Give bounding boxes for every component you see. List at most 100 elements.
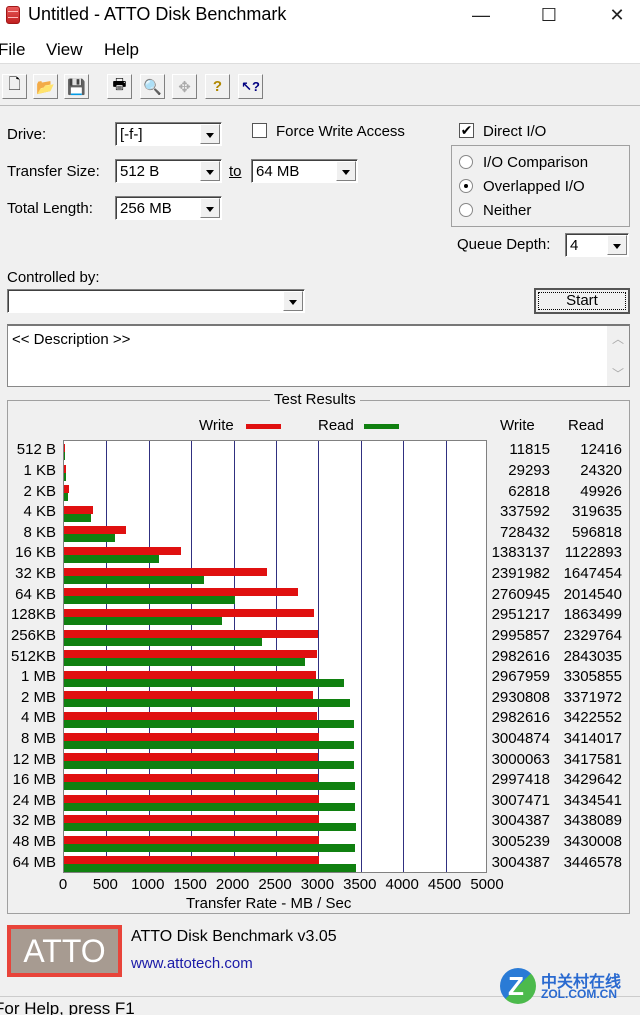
chevron-down-icon[interactable] <box>200 198 220 218</box>
overlapped-io-radio[interactable] <box>459 179 473 193</box>
y-category-label: 12 MB <box>12 750 56 768</box>
value-write: 3004874 <box>491 729 550 747</box>
y-category-label: 128KB <box>10 606 56 624</box>
open-button[interactable]: 📂 <box>33 74 58 99</box>
bar-read <box>64 493 69 502</box>
bar-write <box>64 835 319 844</box>
value-write: 11815 <box>509 441 550 459</box>
start-button[interactable]: Start <box>534 288 630 314</box>
y-category-label: 8 KB <box>23 523 56 541</box>
bar-read <box>64 720 355 729</box>
value-write: 2982616 <box>491 709 550 727</box>
new-document-icon: 🗋 <box>8 76 21 93</box>
value-write: 2967959 <box>491 668 550 686</box>
new-button[interactable]: 🗋 <box>2 74 27 99</box>
y-category-label: 32 MB <box>12 812 56 830</box>
force-write-label: Force Write Access <box>276 123 405 140</box>
save-disk-icon: 💾 <box>67 78 86 96</box>
y-category-label: 8 MB <box>20 729 56 747</box>
gridline <box>360 441 362 872</box>
y-category-label: 32 KB <box>15 565 56 583</box>
status-text: For Help, press F1 <box>0 999 135 1015</box>
bar-read <box>64 843 355 852</box>
bar-write <box>64 547 182 556</box>
drive-label: Drive: <box>7 126 47 143</box>
product-version: ATTO Disk Benchmark v3.05 <box>131 928 337 945</box>
value-write: 337592 <box>499 503 550 521</box>
transfer-to-value: 64 MB <box>256 163 300 180</box>
value-read: 24320 <box>580 461 622 479</box>
move-button[interactable]: ✥ <box>172 74 197 99</box>
help-button[interactable]: ? <box>205 74 230 99</box>
neither-radio[interactable] <box>459 203 473 217</box>
value-read: 2014540 <box>563 585 622 603</box>
chevron-down-icon[interactable] <box>200 161 220 181</box>
transfer-size-from-select[interactable]: 512 B <box>115 159 222 183</box>
column-header-read: Read <box>568 417 604 434</box>
chart-plot-area <box>63 440 487 873</box>
move-icon: ✥ <box>178 78 191 96</box>
value-read: 3438089 <box>563 812 622 830</box>
y-category-label: 64 KB <box>15 585 56 603</box>
value-write: 3004387 <box>491 812 550 830</box>
scroll-down-icon[interactable]: ﹀ <box>612 365 624 382</box>
io-comparison-radio[interactable] <box>459 155 473 169</box>
menu-view[interactable]: View <box>46 40 83 60</box>
y-category-label: 512 B <box>16 441 56 459</box>
queue-depth-label: Queue Depth: <box>457 236 551 253</box>
io-comparison-label: I/O Comparison <box>483 154 589 171</box>
y-category-label: 64 MB <box>12 853 56 871</box>
bar-write <box>64 505 93 514</box>
bar-read <box>64 740 354 749</box>
bar-write <box>64 732 319 741</box>
y-category-label: 16 MB <box>12 771 56 789</box>
force-write-checkbox[interactable] <box>252 123 267 138</box>
controlled-by-select[interactable] <box>7 289 305 313</box>
bar-write <box>64 464 67 473</box>
legend-read-swatch <box>364 424 399 429</box>
value-read: 3417581 <box>563 750 622 768</box>
chevron-down-icon[interactable] <box>283 291 303 311</box>
transfer-size-to-select[interactable]: 64 MB <box>251 159 358 183</box>
bar-read <box>64 864 357 873</box>
print-button[interactable]: 🖶 <box>107 74 132 99</box>
scroll-up-icon[interactable]: ︿ <box>612 330 624 347</box>
y-category-label: 48 MB <box>12 833 56 851</box>
print-preview-button[interactable]: 🔍 <box>140 74 165 99</box>
bar-write <box>64 629 319 638</box>
description-scrollbar[interactable]: ︿ ﹀ <box>607 326 629 386</box>
value-read: 3414017 <box>563 729 622 747</box>
print-icon: 🖶 <box>112 76 127 93</box>
queue-depth-select[interactable]: 4 <box>565 233 629 257</box>
print-preview-icon: 🔍 <box>143 78 162 96</box>
y-category-label: 2 MB <box>20 688 56 706</box>
chevron-down-icon[interactable] <box>336 161 356 181</box>
maximize-button[interactable]: ☐ <box>526 0 572 30</box>
zol-logo-icon <box>500 968 536 1004</box>
legend-write-swatch <box>246 424 281 429</box>
chevron-down-icon[interactable] <box>200 124 220 144</box>
save-button[interactable]: 💾 <box>64 74 89 99</box>
drive-select[interactable]: [-f-] <box>115 122 222 146</box>
chevron-down-icon[interactable] <box>607 235 627 255</box>
description-textarea[interactable]: << Description >> ︿ ﹀ <box>7 324 630 387</box>
close-button[interactable]: ✕ <box>594 0 640 30</box>
bar-read <box>64 781 355 790</box>
value-read: 3429642 <box>563 771 622 789</box>
value-write: 3000063 <box>491 750 550 768</box>
menu-file[interactable]: File <box>0 40 25 60</box>
total-length-select[interactable]: 256 MB <box>115 196 222 220</box>
menu-help[interactable]: Help <box>104 40 139 60</box>
bar-write <box>64 650 317 659</box>
atto-logo: ATTO <box>7 925 122 977</box>
bar-write <box>64 815 319 824</box>
bar-read <box>64 534 115 543</box>
direct-io-checkbox[interactable]: ✔ <box>459 123 474 138</box>
test-results-title: Test Results <box>270 391 360 408</box>
bar-read <box>64 555 160 564</box>
bar-write <box>64 712 317 721</box>
context-help-button[interactable]: ↖? <box>238 74 263 99</box>
minimize-button[interactable]: — <box>458 0 504 30</box>
open-folder-icon: 📂 <box>36 78 55 96</box>
website-link[interactable]: www.attotech.com <box>131 955 253 972</box>
